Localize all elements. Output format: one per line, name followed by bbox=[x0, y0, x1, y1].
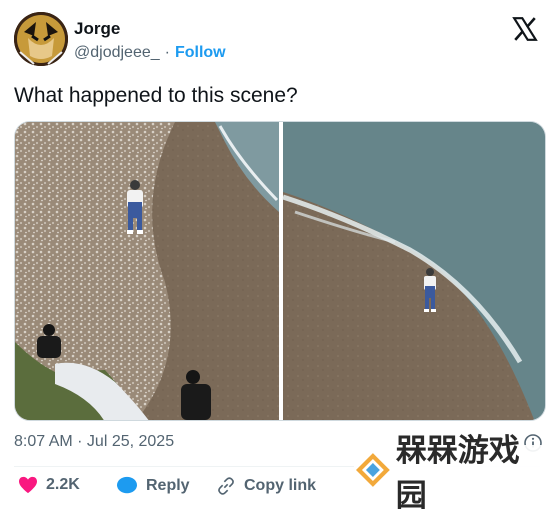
watermark-logo-icon bbox=[355, 452, 390, 487]
author-name[interactable]: Jorge bbox=[74, 19, 120, 39]
reply-button[interactable]: Reply bbox=[116, 476, 190, 496]
tweet-text: What happened to this scene? bbox=[14, 84, 298, 107]
copy-link-label: Copy link bbox=[244, 477, 317, 494]
photo-right[interactable] bbox=[282, 122, 546, 421]
watermark-text: 槑槑游戏园 bbox=[395, 432, 520, 513]
author-handle[interactable]: @djodjeee_ bbox=[74, 44, 160, 61]
tweet-timestamp[interactable]: 8:07 AM · Jul 25, 2025 bbox=[14, 433, 174, 451]
reply-label: Reply bbox=[146, 477, 190, 494]
reply-bubble-icon bbox=[117, 476, 137, 494]
follow-button[interactable]: Follow bbox=[175, 44, 226, 61]
like-button[interactable]: 2.2K bbox=[18, 476, 80, 494]
photo-left[interactable] bbox=[15, 122, 279, 421]
x-logo-icon[interactable] bbox=[512, 16, 538, 42]
like-count: 2.2K bbox=[46, 476, 80, 493]
link-icon bbox=[218, 477, 234, 495]
copy-link-button[interactable]: Copy link bbox=[216, 476, 316, 496]
author-avatar[interactable] bbox=[14, 12, 68, 66]
media-photos bbox=[15, 122, 546, 421]
avatar-image bbox=[14, 12, 68, 66]
author-handle-row: @djodjeee_ · Follow bbox=[74, 44, 226, 62]
tweet-media[interactable] bbox=[14, 121, 546, 421]
tweet-header: Jorge @djodjeee_ · Follow bbox=[14, 12, 540, 68]
heart-icon bbox=[19, 476, 37, 494]
watermark: 槑槑游戏园 bbox=[354, 433, 550, 513]
separator-dot: · bbox=[164, 44, 170, 61]
